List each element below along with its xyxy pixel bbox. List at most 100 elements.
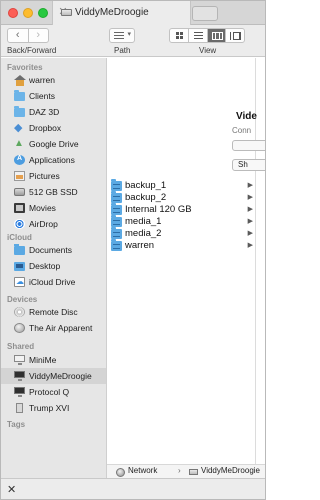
monitor-icon <box>14 371 25 381</box>
sidebar-section-shared: Shared <box>7 342 35 351</box>
column-view-button[interactable] <box>206 29 226 42</box>
path-network[interactable]: Network <box>128 466 157 475</box>
preview-server-name: Vide <box>236 111 257 122</box>
folder-icon <box>14 106 25 117</box>
sidebar-item-icloud-drive[interactable]: iCloud Drive <box>1 274 106 290</box>
list-item-media-1[interactable]: media_1 ▶ <box>108 215 255 228</box>
sidebar-item-512-gb-ssd[interactable]: 512 GB SSD <box>1 184 106 200</box>
icon-view-button[interactable] <box>170 29 188 42</box>
sidebar-item-label: Movies <box>29 203 56 213</box>
sidebar-item-label: Dropbox <box>29 123 62 133</box>
zoom-window-button[interactable] <box>38 8 48 18</box>
icon-view-icon <box>176 32 183 39</box>
chevron-right-icon: ▶ <box>247 206 253 213</box>
shared-folder-icon <box>111 227 122 239</box>
pictures-icon <box>14 171 25 181</box>
chevron-right-icon: ▶ <box>247 182 253 189</box>
sidebar-item-desktop[interactable]: Desktop <box>1 258 106 274</box>
network-drive-icon <box>189 469 198 475</box>
sidebar-item-warren[interactable]: warren <box>1 72 106 88</box>
sidebar-item-label: Remote Disc <box>29 307 78 317</box>
sidebar-item-label: 512 GB SSD <box>29 187 78 197</box>
sidebar-item-protocol-q[interactable]: Protocol Q <box>1 384 106 400</box>
tower-icon <box>16 403 23 413</box>
sidebar-item-minime[interactable]: MiniMe <box>1 352 106 368</box>
file-name: warren <box>125 240 155 251</box>
list-item-backup-2[interactable]: backup_2 ▶ <box>108 191 255 204</box>
chevron-right-icon: ▶ <box>247 194 253 201</box>
tab-viddymedroogie[interactable]: ✕ ViddyMeDroogie <box>52 1 191 25</box>
path-button[interactable]: ▾ <box>109 28 135 43</box>
shared-folder-icon <box>111 215 122 227</box>
sidebar-item-viddymedroogie[interactable]: ViddyMeDroogie <box>1 368 106 384</box>
applications-icon <box>14 155 25 165</box>
sidebar-footer <box>1 464 107 478</box>
sidebar-item-label: MiniMe <box>29 355 57 365</box>
close-window-button[interactable] <box>8 8 18 18</box>
list-item-backup-1[interactable]: backup_1 ▶ <box>108 179 255 192</box>
sidebar-item-label: ViddyMeDroogie <box>29 371 92 381</box>
sidebar-item-clients[interactable]: Clients <box>1 88 106 104</box>
chevron-right-icon: ▶ <box>247 242 253 249</box>
minimize-window-button[interactable] <box>23 8 33 18</box>
sidebar-item-label: DAZ 3D <box>29 107 60 117</box>
list-item-warren[interactable]: warren ▶ <box>108 239 255 252</box>
path-bar: Network › ViddyMeDroogie <box>107 464 265 478</box>
list-item-media-2[interactable]: media_2 ▶ <box>108 227 255 240</box>
folder-icon <box>14 90 25 101</box>
sidebar-item-movies[interactable]: Movies <box>1 200 106 216</box>
path-list-icon <box>114 32 124 39</box>
sidebar-item-pictures[interactable]: Pictures <box>1 168 106 184</box>
sidebar-item-label: Trump XVI <box>29 403 70 413</box>
file-name: backup_2 <box>125 192 167 203</box>
column-view-icon <box>211 32 223 40</box>
back-button[interactable]: ‹ <box>8 29 28 42</box>
sidebar-item-label: Protocol Q <box>29 387 70 397</box>
preview-connection-status: Conn <box>232 126 252 135</box>
sidebar-item-label: warren <box>29 75 55 85</box>
sidebar-item-remote-disc[interactable]: Remote Disc <box>1 304 106 320</box>
sidebar-item-label: The Air Apparent <box>29 323 93 333</box>
forward-button[interactable]: › <box>27 29 49 42</box>
shared-folder-icon <box>111 203 122 215</box>
toolbar: ‹ › Back/Forward ▾ Path View <box>1 25 265 57</box>
sidebar-item-label: Pictures <box>29 171 60 181</box>
new-tab-button[interactable] <box>192 6 218 21</box>
back-forward-control: ‹ › <box>7 28 49 43</box>
path-separator: › <box>178 466 181 475</box>
gallery-view-button[interactable] <box>225 29 244 42</box>
list-view-button[interactable] <box>187 29 207 42</box>
monitor-icon <box>14 355 25 365</box>
documents-icon <box>14 244 25 255</box>
path-current[interactable]: ViddyMeDroogie <box>201 466 260 475</box>
view-control <box>169 28 245 43</box>
sidebar-item-google-drive[interactable]: Google Drive <box>1 136 106 152</box>
disk-icon <box>14 188 25 196</box>
share-screen-button[interactable]: Sh <box>232 159 265 171</box>
finder-window: ✕ ViddyMeDroogie ‹ › Back/Forward ▾ Path… <box>0 0 266 500</box>
list-item-internal-120-gb[interactable]: Internal 120 GB ▶ <box>108 203 255 216</box>
sidebar-item-the-air-apparent[interactable]: The Air Apparent <box>1 320 106 336</box>
shared-folder-icon <box>111 179 122 191</box>
sidebar-item-label: Clients <box>29 91 55 101</box>
shared-folder-icon <box>111 239 122 251</box>
chevron-right-icon: ▶ <box>247 218 253 225</box>
cover-flow-icon <box>230 32 242 40</box>
globe-icon <box>14 323 25 333</box>
connect-as-button[interactable] <box>232 140 265 151</box>
sidebar-item-dropbox[interactable]: Dropbox <box>1 120 106 136</box>
tab-title: ViddyMeDroogie <box>75 7 149 18</box>
sidebar-item-daz-3d[interactable]: DAZ 3D <box>1 104 106 120</box>
column-browser: backup_1 ▶ backup_2 ▶ Internal 120 GB ▶ … <box>107 58 265 464</box>
sidebar-item-applications[interactable]: Applications <box>1 152 106 168</box>
sidebar-section-devices: Devices <box>7 295 38 304</box>
close-icon[interactable]: ✕ <box>7 483 16 496</box>
sidebar-item-label: Documents <box>29 245 72 255</box>
view-label: View <box>199 46 217 55</box>
sidebar-item-trump-xvi[interactable]: Trump XVI <box>1 400 106 416</box>
google-drive-icon <box>14 138 25 149</box>
sidebar-item-airdrop[interactable]: AirDrop <box>1 216 106 232</box>
file-name: Internal 120 GB <box>125 204 192 215</box>
sidebar-section-favorites: Favorites <box>7 63 43 72</box>
sidebar-item-documents[interactable]: Documents <box>1 242 106 258</box>
